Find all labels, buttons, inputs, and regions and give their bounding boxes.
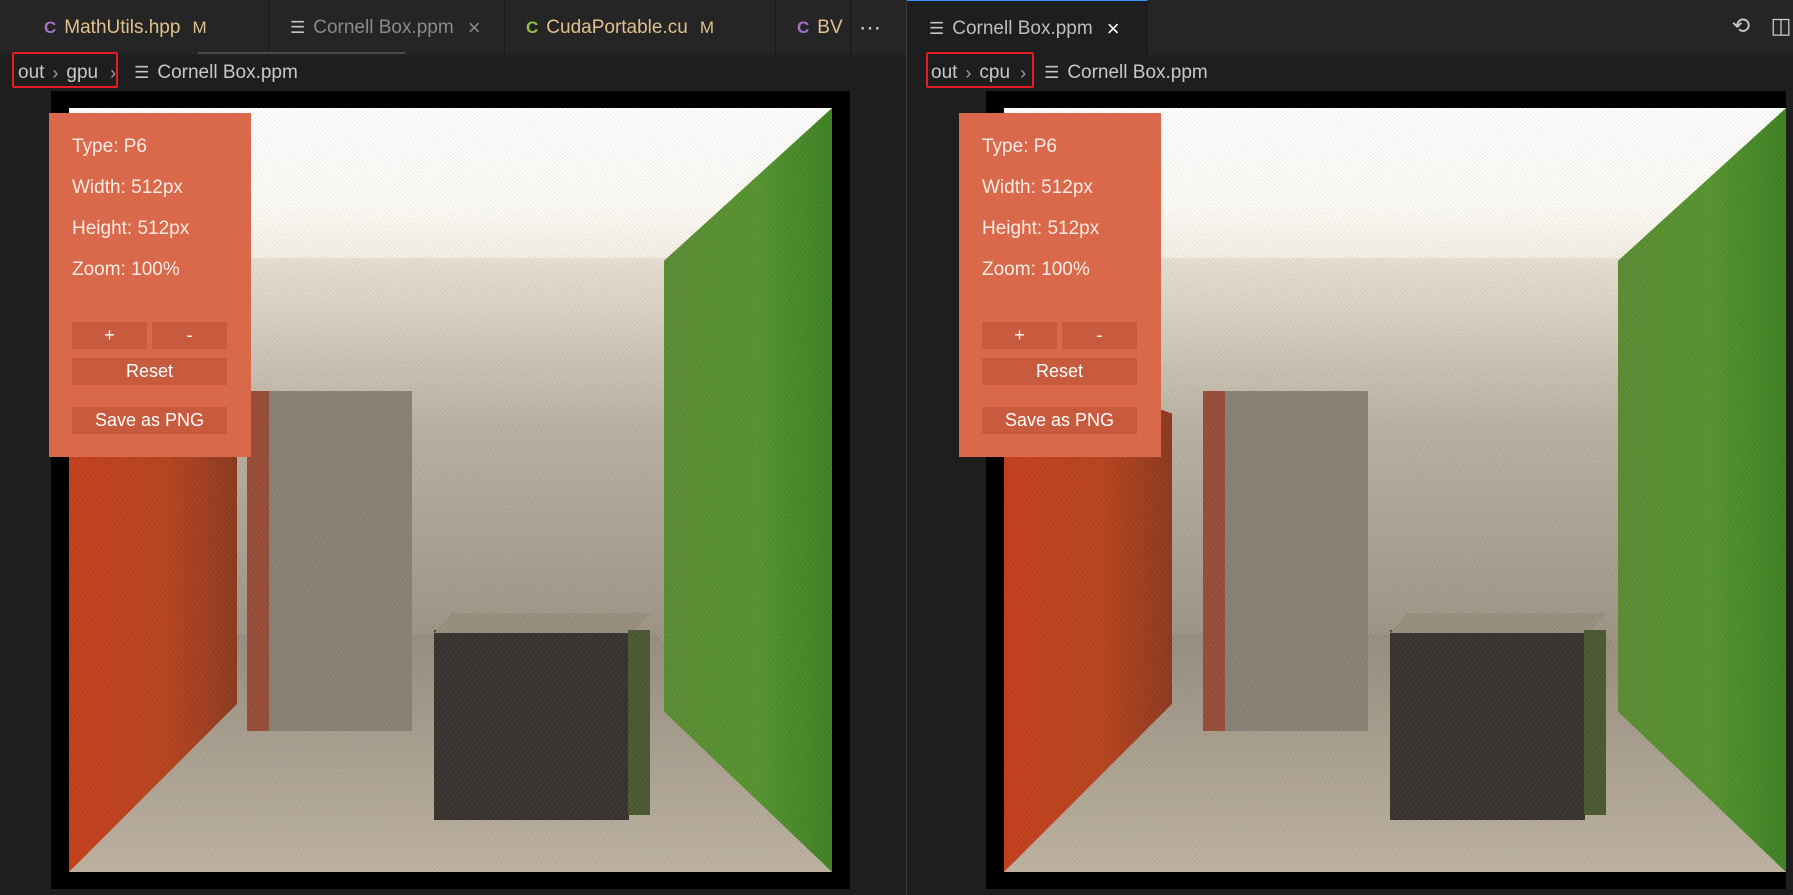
- zoom-out-button[interactable]: -: [152, 322, 227, 349]
- short-box-side: [1584, 630, 1606, 815]
- zoom-in-button[interactable]: +: [982, 322, 1057, 349]
- ppm-file-icon: ☰: [929, 18, 945, 38]
- short-box-top: [434, 613, 651, 633]
- info-height: Height: 512px: [982, 218, 1100, 239]
- ppm-file-icon: ☰: [1044, 63, 1060, 82]
- short-box-top: [1390, 613, 1607, 633]
- tab-mathutils[interactable]: C MathUtils.hpp M: [22, 0, 269, 55]
- short-box-side: [628, 630, 650, 815]
- editor-group-right: ☰ Cornell Box.ppm × ⟲ ◫ out › cpu › ☰ Co…: [907, 0, 1793, 895]
- tab-label: MathUtils.hpp: [64, 16, 181, 38]
- info-zoom: Zoom: 100%: [72, 259, 180, 280]
- tab-label: BV: [817, 16, 843, 38]
- tab-label: CudaPortable.cu: [546, 16, 688, 38]
- cpp-file-icon: C: [44, 17, 57, 37]
- tab-bv[interactable]: C BV: [775, 0, 851, 55]
- viewer-info-panel: Type: P6 Width: 512px Height: 512px Zoom…: [49, 113, 251, 457]
- breadcrumb-file[interactable]: Cornell Box.ppm: [157, 62, 297, 84]
- more-actions-icon[interactable]: ⋯: [852, 0, 888, 55]
- breadcrumb: out › gpu › ☰ Cornell Box.ppm: [0, 55, 906, 91]
- tall-box-side: [1203, 391, 1225, 731]
- save-as-png-button[interactable]: Save as PNG: [72, 407, 227, 434]
- modified-indicator: M: [192, 17, 207, 37]
- tab-cudaportable[interactable]: C CudaPortable.cu M: [504, 0, 776, 55]
- highlight-box: [926, 52, 1034, 88]
- ppm-file-icon: ☰: [290, 17, 306, 37]
- info-width: Width: 512px: [982, 177, 1093, 198]
- close-icon[interactable]: ×: [1107, 16, 1120, 42]
- tab-label: Cornell Box.ppm: [952, 17, 1093, 39]
- tab-cornell-box-gpu[interactable]: ☰ Cornell Box.ppm ×: [268, 0, 505, 55]
- tab-bar: C MathUtils.hpp M ☰ Cornell Box.ppm × C …: [0, 0, 906, 55]
- cuda-file-icon: C: [526, 17, 539, 37]
- reset-button[interactable]: Reset: [982, 358, 1137, 385]
- breadcrumb-file[interactable]: Cornell Box.ppm: [1067, 62, 1207, 84]
- highlight-box: [12, 52, 118, 88]
- tab-bar: ☰ Cornell Box.ppm × ⟲ ◫: [907, 0, 1793, 56]
- editor-group-left: C MathUtils.hpp M ☰ Cornell Box.ppm × C …: [0, 0, 906, 895]
- zoom-out-button[interactable]: -: [1062, 322, 1137, 349]
- reset-button[interactable]: Reset: [72, 358, 227, 385]
- tall-box-front: [267, 391, 412, 731]
- tall-box-front: [1223, 391, 1368, 731]
- modified-indicator: M: [699, 17, 714, 37]
- breadcrumb: out › cpu › ☰ Cornell Box.ppm: [907, 55, 1793, 91]
- zoom-in-button[interactable]: +: [72, 322, 147, 349]
- info-zoom: Zoom: 100%: [982, 259, 1090, 280]
- short-box-front: [434, 630, 629, 820]
- info-type: Type: P6: [72, 136, 147, 157]
- save-as-png-button[interactable]: Save as PNG: [982, 407, 1137, 434]
- tab-label: Cornell Box.ppm: [313, 16, 454, 38]
- info-width: Width: 512px: [72, 177, 183, 198]
- cpp-file-icon: C: [797, 17, 810, 37]
- history-icon[interactable]: ⟲: [1727, 12, 1755, 40]
- tab-cornell-box-cpu[interactable]: ☰ Cornell Box.ppm ×: [907, 0, 1148, 56]
- info-type: Type: P6: [982, 136, 1057, 157]
- close-icon[interactable]: ×: [468, 15, 481, 41]
- viewer-info-panel: Type: P6 Width: 512px Height: 512px Zoom…: [959, 113, 1161, 457]
- tab-scroll-indicator: [198, 52, 405, 54]
- split-editor-icon[interactable]: ◫: [1767, 12, 1793, 40]
- ppm-file-icon: ☰: [134, 63, 150, 82]
- info-height: Height: 512px: [72, 218, 190, 239]
- short-box-front: [1390, 630, 1585, 820]
